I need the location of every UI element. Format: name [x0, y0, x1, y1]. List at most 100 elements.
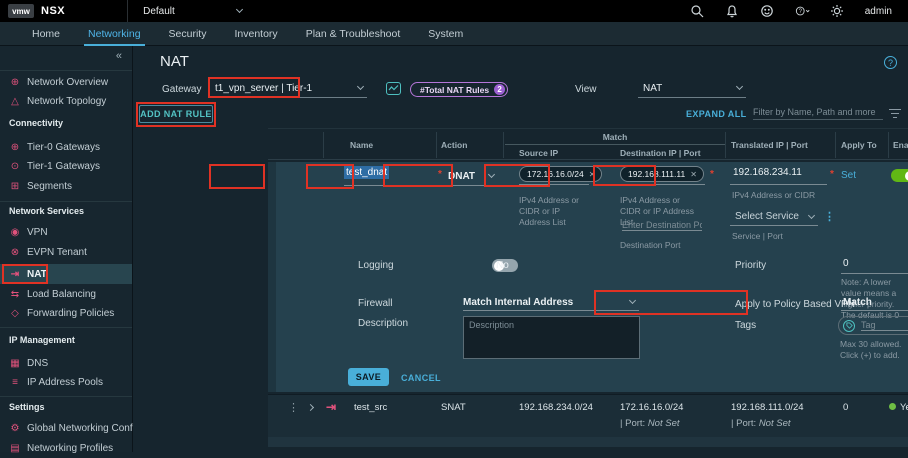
main-content: NAT Gateway t1_vpn_server | Tier-1 #Tota…: [133, 46, 908, 452]
feedback-icon[interactable]: [760, 4, 775, 19]
sidebar-item-label: Tier-1 Gateways: [27, 161, 100, 172]
nat-icon: ⇥: [9, 269, 21, 280]
enabled-status-dot: [889, 403, 896, 410]
action-dropdown[interactable]: DNAT: [445, 167, 498, 186]
remove-source-chip-icon[interactable]: ✕: [589, 170, 596, 179]
destination-ip-field[interactable]: 192.168.111.11 ✕: [620, 166, 705, 185]
select-service-dropdown[interactable]: Select Service: [730, 208, 818, 226]
table-row-test-src[interactable]: ⋮ ⇥ test_src SNAT 192.168.234.0/24 172.1…: [268, 394, 908, 437]
sidebar-item-label: EVPN Tenant: [27, 247, 87, 258]
search-icon[interactable]: [690, 4, 705, 19]
tab-networking[interactable]: Networking: [74, 22, 155, 46]
vpn-dropdown[interactable]: Match: [841, 294, 908, 311]
org-switcher[interactable]: Default: [143, 6, 175, 17]
port-prefix: | Port:: [731, 418, 756, 429]
sidebar-item-ip-address-pools[interactable]: ≡ IP Address Pools: [0, 372, 132, 392]
row-expand-icon[interactable]: [307, 404, 314, 411]
enabled-toggle[interactable]: [891, 169, 908, 182]
gateway-chevron-icon: [357, 83, 364, 90]
row-translated-ip: 192.168.111.0/24: [731, 402, 804, 413]
firewall-dropdown[interactable]: Match Internal Address: [463, 294, 639, 311]
sidebar-item-label: VPN: [27, 227, 48, 238]
translated-ip-hint: IPv4 Address or CIDR: [732, 190, 815, 201]
source-ip-hint: IPv4 Address or CIDR or IP Address List: [519, 195, 591, 228]
page-help-icon[interactable]: [884, 56, 897, 69]
destination-port-input[interactable]: [622, 220, 702, 231]
filter-input[interactable]: [753, 104, 883, 120]
divider: [127, 0, 128, 22]
apply-to-set-link[interactable]: Set: [841, 170, 856, 181]
sidebar-item-forwarding-policies[interactable]: ◇ Forwarding Policies: [0, 303, 132, 323]
save-button[interactable]: SAVE: [348, 368, 389, 386]
sidebar-item-tier0-gateways[interactable]: ⊕ Tier-0 Gateways: [0, 137, 132, 157]
forwarding-policies-icon: ◇: [9, 308, 21, 319]
sidebar-item-label: Load Balancing: [27, 289, 96, 300]
tab-inventory[interactable]: Inventory: [220, 22, 291, 46]
table-header: Name Action Match Source IP Destination …: [268, 128, 908, 160]
translated-ip-value: 192.168.234.11: [730, 167, 802, 178]
tag-icon: [843, 320, 855, 332]
firewall-label: Firewall: [358, 298, 392, 309]
sidebar-item-network-overview[interactable]: ⊕ Network Overview: [0, 72, 132, 92]
gateway-dropdown[interactable]: t1_vpn_server | Tier-1: [210, 79, 367, 98]
sidebar-item-global-networking-config[interactable]: ⚙ Global Networking Config: [0, 418, 132, 438]
load-balancing-icon: ⇆: [9, 289, 21, 300]
row-menu-icon[interactable]: ⋮: [288, 401, 299, 414]
remove-destination-chip-icon[interactable]: ✕: [690, 170, 697, 179]
sidebar-item-segments[interactable]: ⊞ Segments: [0, 176, 132, 196]
theme-icon[interactable]: [830, 4, 845, 19]
tab-home[interactable]: Home: [18, 22, 74, 46]
product-name: NSX: [41, 5, 65, 17]
sidebar-section-connectivity: Connectivity: [9, 118, 63, 132]
service-menu-icon[interactable]: ⋮: [824, 210, 835, 223]
logging-value: No: [496, 260, 509, 271]
firewall-value: Match Internal Address: [463, 297, 573, 308]
priority-input[interactable]: 0: [841, 258, 908, 274]
name-input[interactable]: test_dnat: [344, 167, 433, 186]
sidebar-item-tier1-gateways[interactable]: ⊙ Tier-1 Gateways: [0, 156, 132, 176]
org-chevron-icon[interactable]: [236, 6, 243, 13]
divider: [0, 201, 132, 202]
sidebar-item-load-balancing[interactable]: ⇆ Load Balancing: [0, 284, 132, 304]
select-service-value: Select Service: [730, 211, 799, 222]
name-value: test_dnat: [344, 166, 389, 179]
priority-label: Priority: [735, 260, 766, 271]
sidebar-item-networking-profiles[interactable]: ▤ Networking Profiles: [0, 438, 132, 458]
row-destination-ip: 172.16.16.0/24: [620, 402, 683, 413]
sidebar-section-ip-management: IP Management: [9, 335, 75, 349]
add-nat-rule-button[interactable]: ADD NAT RULE: [139, 105, 213, 123]
tag-input[interactable]: [861, 320, 908, 331]
tab-plan-troubleshoot[interactable]: Plan & Troubleshoot: [292, 22, 415, 46]
sidebar-item-network-topology[interactable]: △ Network Topology: [0, 91, 132, 111]
view-dropdown[interactable]: NAT: [638, 79, 746, 98]
firewall-chevron-icon: [629, 297, 636, 304]
vmware-logo: vmw: [8, 4, 34, 18]
row-translated-port: | Port: Not Set: [731, 418, 791, 429]
user-menu[interactable]: admin: [865, 6, 892, 17]
source-ip-field[interactable]: 172.16.16.0/24 ✕: [519, 166, 589, 185]
translated-required-marker: *: [830, 169, 834, 180]
tab-system[interactable]: System: [414, 22, 477, 46]
notifications-icon[interactable]: [725, 4, 740, 19]
filter-icon[interactable]: [889, 109, 901, 120]
tab-security[interactable]: Security: [155, 22, 221, 46]
sidebar-item-vpn[interactable]: ◉ VPN: [0, 222, 132, 242]
network-overview-icon: ⊕: [9, 77, 21, 88]
cancel-button[interactable]: CANCEL: [401, 373, 441, 383]
translated-ip-input[interactable]: 192.168.234.11: [730, 167, 827, 185]
expand-all-button[interactable]: EXPAND ALL: [686, 109, 747, 119]
help-icon[interactable]: ?: [795, 4, 810, 19]
sidebar-item-nat[interactable]: ⇥ NAT: [0, 264, 132, 284]
total-nat-rules-badge: #Total NAT Rules 2: [410, 82, 508, 97]
sidebar-item-dns[interactable]: ▦ DNS: [0, 353, 132, 373]
description-textarea[interactable]: [463, 316, 640, 359]
gateway-stats-icon[interactable]: [386, 82, 401, 95]
destination-ip-chip-value: 192.168.111.11: [628, 169, 685, 179]
gateway-label: Gateway: [162, 84, 201, 95]
sidebar-item-evpn-tenant[interactable]: ⊗ EVPN Tenant: [0, 242, 132, 262]
sidebar-item-label: Global Networking Config: [27, 423, 140, 434]
tier1-gateways-icon: ⊙: [9, 161, 21, 172]
sidebar-collapse-icon[interactable]: «: [116, 50, 122, 62]
row-enabled-value: Yes: [900, 402, 908, 413]
column-apply-to: Apply To: [841, 140, 877, 150]
